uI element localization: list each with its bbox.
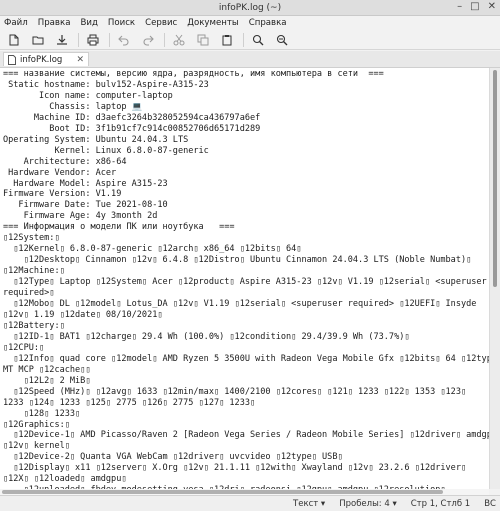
close-tab-icon[interactable]: ✕ [76,55,84,65]
menu-tools[interactable]: Сервис [145,18,177,28]
editor-content: === название системы, версию ядра, разря… [0,68,489,489]
editor-line: ▯12System:▯ [3,233,60,244]
editor-line: ▯12Device-2▯ Quanta VGA WebCam ▯12driver… [3,452,343,463]
editor-line: Chassis: laptop 💻 [3,101,143,112]
editor-line: ▯12L2▯ 2 MiB▯ [3,375,91,386]
editor-line: ▯12Kernel▯ 6.8.0-87-generic ▯12arch▯ x86… [3,244,302,255]
print-icon[interactable] [85,32,101,48]
toolbar-divider [164,32,165,47]
close-window-button[interactable]: ✕ [488,1,496,12]
copy-icon[interactable] [195,32,211,48]
toolbar [0,30,500,50]
window-title: infoPK.log (~) [218,2,282,13]
editor-line: Operating System: Ubuntu 24.04.3 LTS [3,134,189,145]
editor-line: Machine ID: d3aefc3264b328052594ca436797… [3,112,261,123]
editor-line: Hardware Model: Aspire A315-23 [3,178,168,189]
menu-documents[interactable]: Документы [187,18,238,28]
editor-line: ▯12Display▯ x11 ▯12server▯ X.Org ▯12v▯ 2… [3,463,467,474]
menu-search[interactable]: Поиск [108,18,135,28]
tab-label: infoPK.log [20,54,63,65]
toolbar-divider [109,32,110,47]
editor-line: ▯12Machine:▯ [3,266,65,277]
editor-line: Firmware Age: 4y 3month 2d [3,211,158,222]
toolbar-divider [78,32,79,47]
editor-line: ▯12Battery:▯ [3,320,65,331]
tab-bar: infoPK.log ✕ [0,51,500,68]
paste-icon[interactable] [219,32,235,48]
vertical-scroll-thumb[interactable] [493,70,497,287]
editor-line: Boot ID: 3f1b91cf7c914c00852706d65171d28… [3,123,261,134]
editor-line: ▯12v▯ kernel▯ [3,441,70,452]
indent-selector[interactable]: Пробелы: 4 ▾ [339,499,397,509]
menu-edit[interactable]: Правка [38,18,71,28]
new-file-icon[interactable] [6,32,22,48]
editor-line: Architecture: x86-64 [3,156,127,167]
editor-line: Firmware Version: V1.19 [3,189,122,200]
tab-infopk-log[interactable]: infoPK.log ✕ [3,52,89,66]
undo-icon[interactable] [116,32,132,48]
cursor-position: Стр 1, Стлб 1 [410,498,471,509]
editor-line: ▯12Info▯ quad core ▯12model▯ AMD Ryzen 5… [3,353,489,364]
title-bar: infoPK.log (~) – □ ✕ [0,0,500,16]
menu-view[interactable]: Вид [80,18,97,28]
menu-file[interactable]: Файл [4,18,28,28]
document-icon [8,54,16,65]
editor-line: ▯12Speed (MHz)▯ ▯12avg▯ 1633 ▯12min/max▯… [3,386,467,397]
editor-line: Firmware Date: Tue 2021-08-10 [3,200,168,211]
editor-line: ▯12v▯ 1.19 ▯12date▯ 08/10/2021▯ [3,309,163,320]
editor-line: ▯12X▯ ▯12loaded▯ amdgpu▯ [3,474,127,485]
editor-line: ▯12Desktop▯ Cinnamon ▯12v▯ 6.4.8 ▯12Dist… [3,255,472,266]
minimize-button[interactable]: – [457,1,462,12]
replace-icon[interactable] [274,32,290,48]
editor-line: ▯12Device-1▯ AMD Picasso/Raven 2 [Radeon… [3,430,489,441]
editor-line: 1233 ▯124▯ 1233 ▯125▯ 2775 ▯126▯ 2775 ▯1… [3,397,256,408]
editor-line: ▯12ID-1▯ BAT1 ▯12charge▯ 29.4 Wh (100.0%… [3,331,410,342]
menu-bar: Файл Правка Вид Поиск Сервис Документы С… [0,16,500,29]
syntax-selector[interactable]: Текст ▾ [293,499,325,509]
editor-line: required>▯ [3,288,55,299]
redo-icon[interactable] [140,32,156,48]
vertical-scrollbar[interactable] [489,68,500,489]
maximize-button[interactable]: □ [470,1,479,12]
cut-icon[interactable] [171,32,187,48]
window-controls: – □ ✕ [457,1,496,12]
editor-line: ▯12Mobo▯ DL ▯12model▯ Lotus_DA ▯12v▯ V1.… [3,299,477,310]
editor-line: === Информация о модели ПК или ноутбука … [3,222,235,233]
menu-help[interactable]: Справка [249,18,287,28]
insert-mode: ВС [484,498,496,509]
editor-line: ▯12Graphics:▯ [3,419,70,430]
save-icon[interactable] [54,32,70,48]
search-icon[interactable] [250,32,266,48]
status-bar: Текст ▾ Пробелы: 4 ▾ Стр 1, Стлб 1 ВС [0,495,500,511]
editor-line: Hardware Vendor: Acer [3,167,117,178]
editor-line: === название системы, версию ядра, разря… [3,69,384,79]
text-editor[interactable]: === название системы, версию ядра, разря… [0,68,489,489]
editor-line: Kernel: Linux 6.8.0-87-generic [3,145,209,156]
editor-line: ▯12CPU:▯ [3,342,45,353]
open-folder-icon[interactable] [30,32,46,48]
editor-line: ▯12Type▯ Laptop ▯12System▯ Acer ▯12produ… [3,277,487,288]
editor-line: Static hostname: bulv152-Aspire-A315-23 [3,79,209,90]
editor-line: ▯128▯ 1233▯ [3,408,81,419]
horizontal-scroll-thumb[interactable] [2,490,443,494]
editor-line: MT MCP ▯12cache▯▯ [3,364,91,375]
editor-line: Icon name: computer-laptop [3,90,173,101]
toolbar-divider [243,32,244,47]
